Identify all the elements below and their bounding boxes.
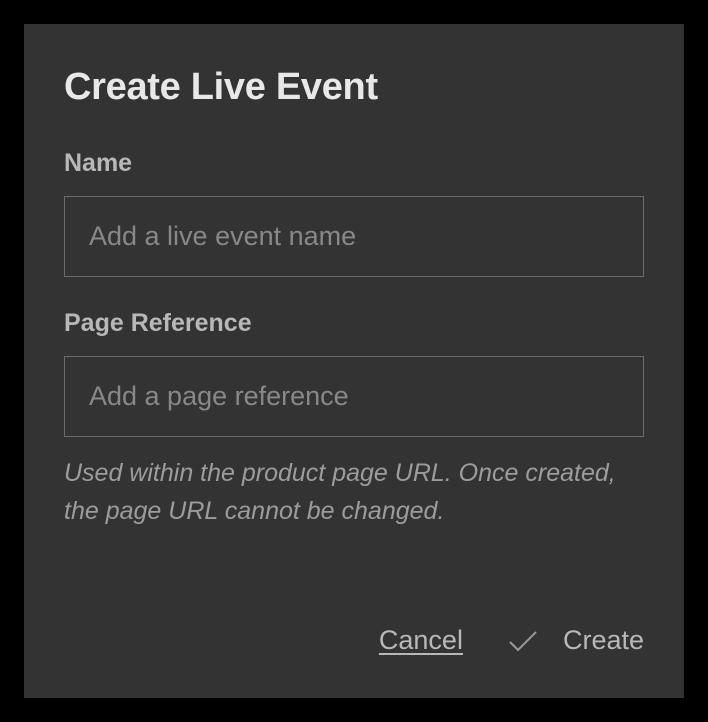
page-reference-field-group: Page Reference Used within the product p… xyxy=(64,309,644,530)
cancel-button[interactable]: Cancel xyxy=(379,625,463,656)
create-button-label: Create xyxy=(563,625,644,656)
dialog-title: Create Live Event xyxy=(64,66,644,109)
create-live-event-dialog: Create Live Event Name Page Reference Us… xyxy=(24,24,684,698)
create-button[interactable]: Create xyxy=(507,625,644,656)
page-reference-input[interactable] xyxy=(64,356,644,437)
page-reference-label: Page Reference xyxy=(64,309,644,338)
name-label: Name xyxy=(64,149,644,178)
name-field-group: Name xyxy=(64,149,644,277)
name-input[interactable] xyxy=(64,196,644,277)
page-reference-helper: Used within the product page URL. Once c… xyxy=(64,455,644,530)
dialog-actions: Cancel Create xyxy=(64,595,644,656)
check-icon xyxy=(507,628,539,654)
